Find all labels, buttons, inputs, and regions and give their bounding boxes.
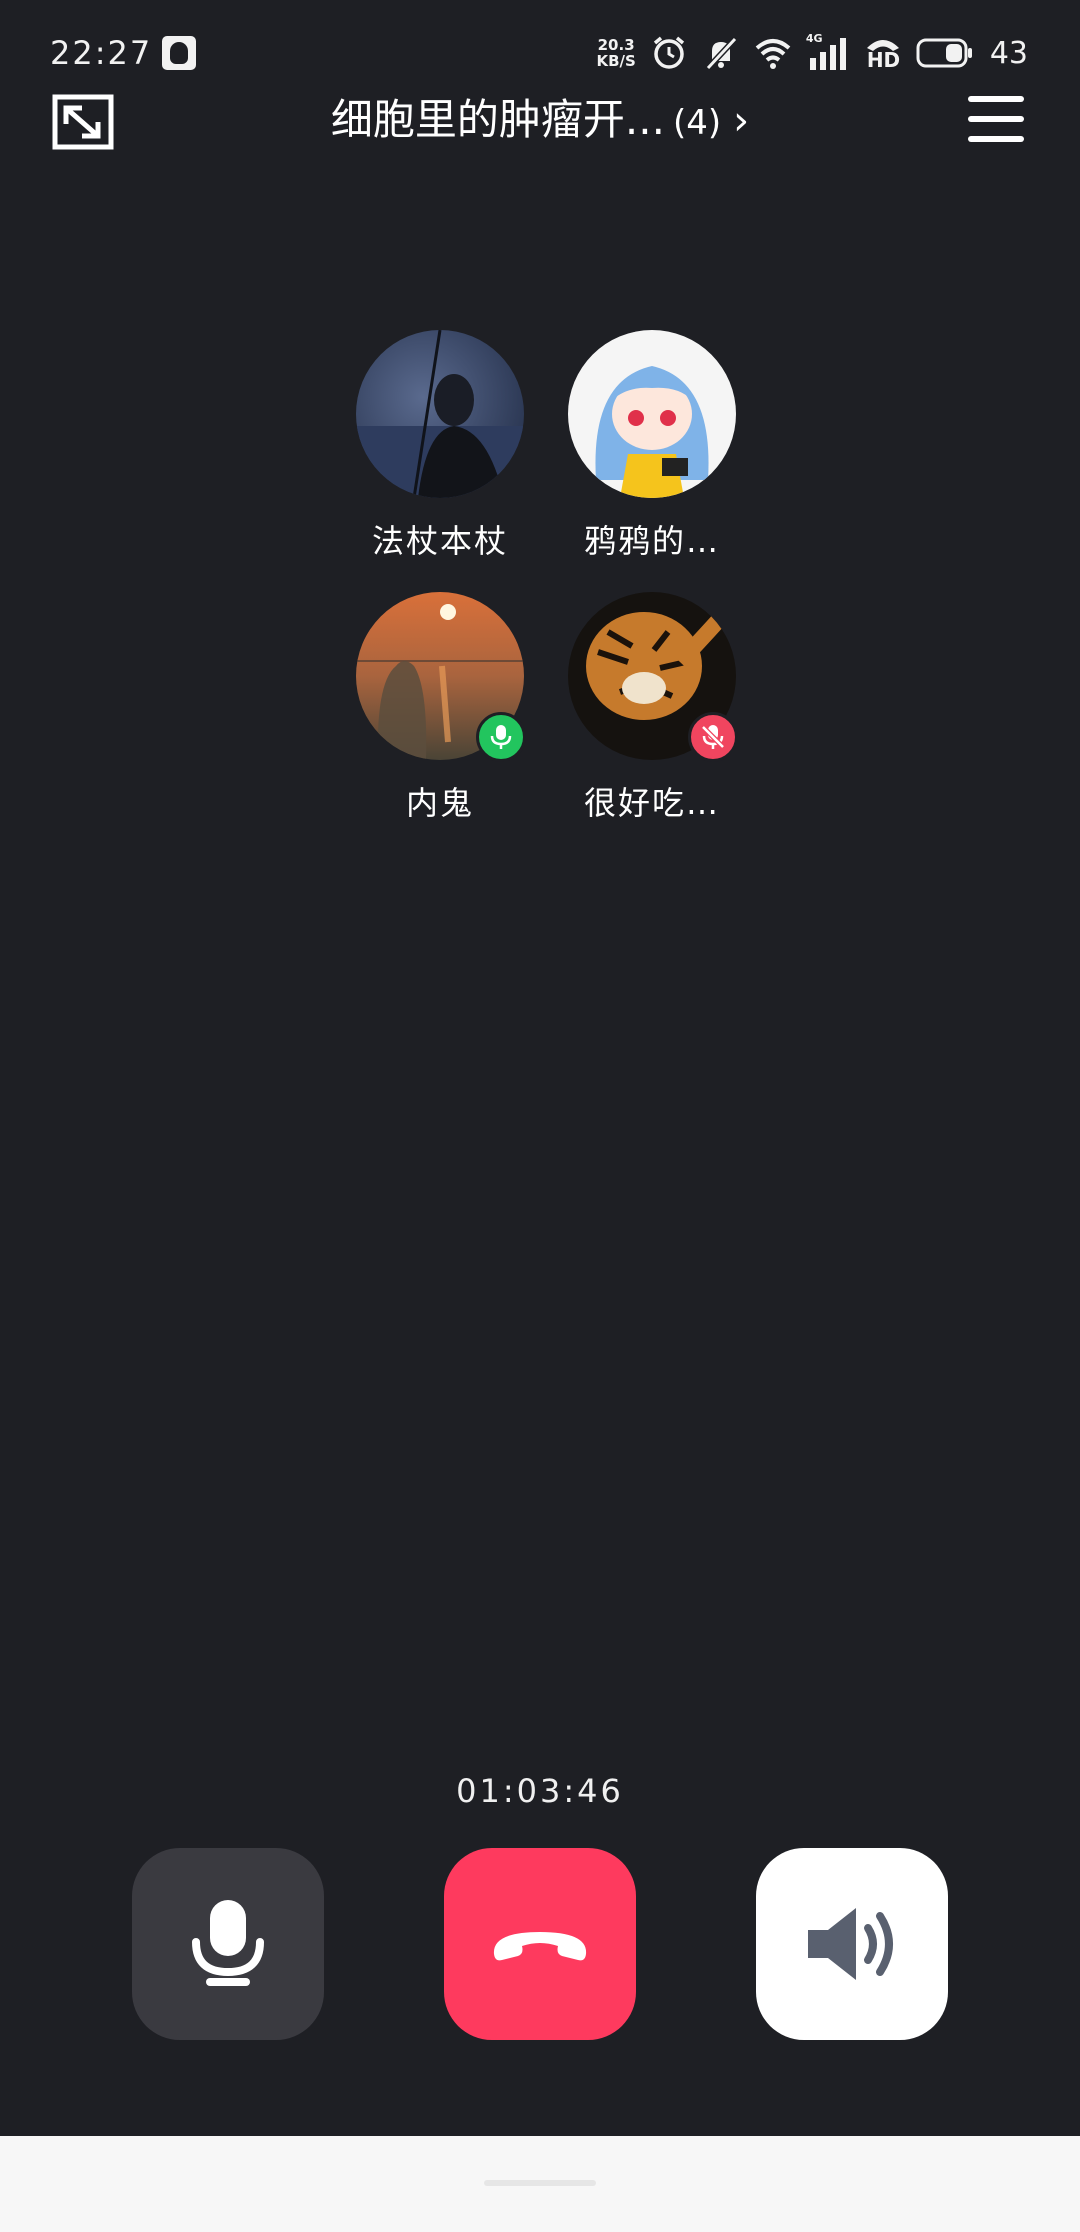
- network-speed: 20.3 KB/S: [596, 37, 635, 69]
- menu-bar: [968, 136, 1024, 142]
- menu-button[interactable]: [968, 96, 1024, 146]
- gesture-bar-area: [0, 2136, 1080, 2232]
- member-count: (4): [672, 103, 722, 143]
- participant-card[interactable]: 法杖本杖: [340, 329, 540, 562]
- participant-card[interactable]: 鸦鸦的…: [552, 330, 752, 562]
- voice-call-screen: 22:27 20.3 KB/S 4G HD 43 细胞里的肿瘤开... (4) …: [0, 0, 1080, 2232]
- network-speed-value: 20.3: [597, 36, 635, 54]
- mute-bell-icon: [705, 36, 738, 71]
- status-icons: 20.3 KB/S 4G HD 43: [596, 30, 1028, 76]
- mic-muted-badge: [688, 712, 738, 762]
- battery-icon: [916, 38, 972, 68]
- microphone-icon: [192, 1900, 264, 1986]
- qq-icon: [162, 36, 196, 70]
- hang-up-button[interactable]: [444, 1848, 636, 2040]
- participant-name: 鸦鸦的…: [583, 522, 720, 560]
- participant-name: 内鬼: [405, 784, 474, 822]
- microphone-icon: [490, 725, 512, 749]
- avatar: [356, 329, 524, 499]
- microphone-toggle-button[interactable]: [132, 1848, 324, 2040]
- participant-name: 法杖本杖: [371, 522, 508, 560]
- participant-card[interactable]: 内鬼: [340, 592, 540, 824]
- signal-icon: 4G: [806, 32, 850, 72]
- chevron-right-icon: ›: [733, 98, 750, 144]
- participant-card[interactable]: 很好吃…: [552, 592, 752, 824]
- hd-call-icon: HD: [864, 34, 902, 72]
- group-title[interactable]: 细胞里的肿瘤开... (4) ›: [0, 86, 1080, 147]
- speaker-toggle-button[interactable]: [756, 1848, 948, 2040]
- call-duration: 01:03:46: [456, 1772, 624, 1810]
- group-name: 细胞里的肿瘤开...: [330, 95, 665, 144]
- menu-bar: [968, 116, 1024, 122]
- network-speed-unit: KB/S: [596, 52, 636, 70]
- avatar: [568, 330, 736, 498]
- menu-bar: [968, 96, 1024, 102]
- home-indicator[interactable]: [484, 2180, 596, 2186]
- status-time: 22:27: [50, 34, 153, 72]
- battery-level: 43: [989, 35, 1028, 71]
- hang-up-icon: [493, 1932, 587, 1961]
- wifi-icon: [755, 39, 791, 69]
- mic-on-badge: [476, 712, 526, 762]
- microphone-muted-icon: [701, 725, 725, 749]
- hd-label: HD: [866, 48, 901, 72]
- participant-name: 很好吃…: [583, 784, 720, 822]
- speaker-icon: [808, 1908, 893, 1980]
- alarm-icon: [653, 36, 684, 69]
